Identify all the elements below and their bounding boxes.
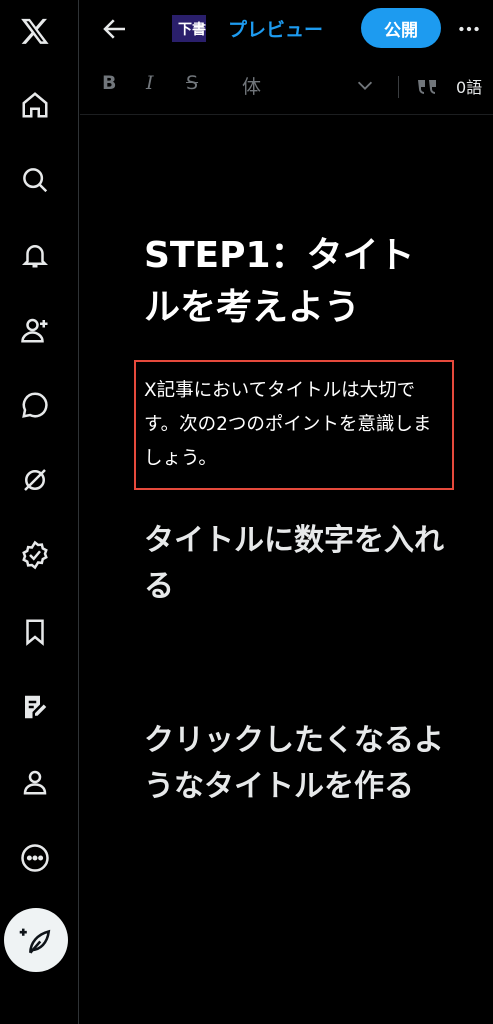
back-arrow-icon[interactable] bbox=[100, 14, 130, 44]
profile-icon[interactable] bbox=[15, 762, 55, 802]
italic-button[interactable]: I bbox=[146, 72, 154, 94]
home-icon[interactable] bbox=[15, 85, 55, 125]
grok-icon[interactable] bbox=[15, 460, 55, 500]
compose-feather-icon bbox=[19, 928, 51, 954]
add-user-icon[interactable] bbox=[15, 310, 55, 350]
article-paragraph[interactable]: X記事においてタイトルは大切です。次の2つのポイントを意識しましょう。 bbox=[144, 374, 444, 476]
compose-button[interactable] bbox=[4, 908, 68, 972]
search-icon[interactable] bbox=[15, 160, 55, 200]
publish-button[interactable]: 公開 bbox=[361, 8, 441, 48]
format-toolbar: B I S 体 0語 bbox=[80, 64, 493, 108]
bell-icon[interactable] bbox=[15, 235, 55, 275]
article-heading[interactable]: STEP1：タイトルを考えよう bbox=[144, 230, 444, 334]
chat-icon[interactable] bbox=[15, 385, 55, 425]
more-options-icon[interactable] bbox=[456, 16, 482, 42]
x-logo-icon[interactable] bbox=[15, 11, 55, 51]
bookmark-icon[interactable] bbox=[15, 612, 55, 652]
preview-link[interactable]: プレビュー bbox=[228, 15, 323, 42]
article-subheading-1[interactable]: タイトルに数字を入れる bbox=[144, 518, 454, 610]
bold-button[interactable]: B bbox=[102, 72, 116, 94]
toolbar-divider bbox=[398, 76, 399, 98]
strikethrough-button[interactable]: S bbox=[186, 72, 198, 94]
editor-topbar: 下書 プレビュー 公開 bbox=[80, 0, 493, 58]
draft-badge[interactable]: 下書 bbox=[172, 15, 206, 42]
articles-icon[interactable] bbox=[15, 687, 55, 727]
chevron-down-icon[interactable] bbox=[354, 74, 376, 96]
text-style-select[interactable]: 体 bbox=[242, 72, 261, 99]
word-count: 0語 bbox=[456, 78, 483, 97]
verified-icon[interactable] bbox=[15, 535, 55, 575]
more-circle-icon[interactable] bbox=[15, 838, 55, 878]
sidebar bbox=[0, 0, 79, 1024]
article-subheading-2[interactable]: クリックしたくなるようなタイトルを作る bbox=[144, 718, 454, 810]
editor-main: 下書 プレビュー 公開 B I S 体 0語 STEP1：タイトルを考えよう X… bbox=[80, 0, 493, 1024]
quote-icon[interactable] bbox=[414, 74, 440, 98]
toolbar-divider-line bbox=[80, 114, 493, 115]
